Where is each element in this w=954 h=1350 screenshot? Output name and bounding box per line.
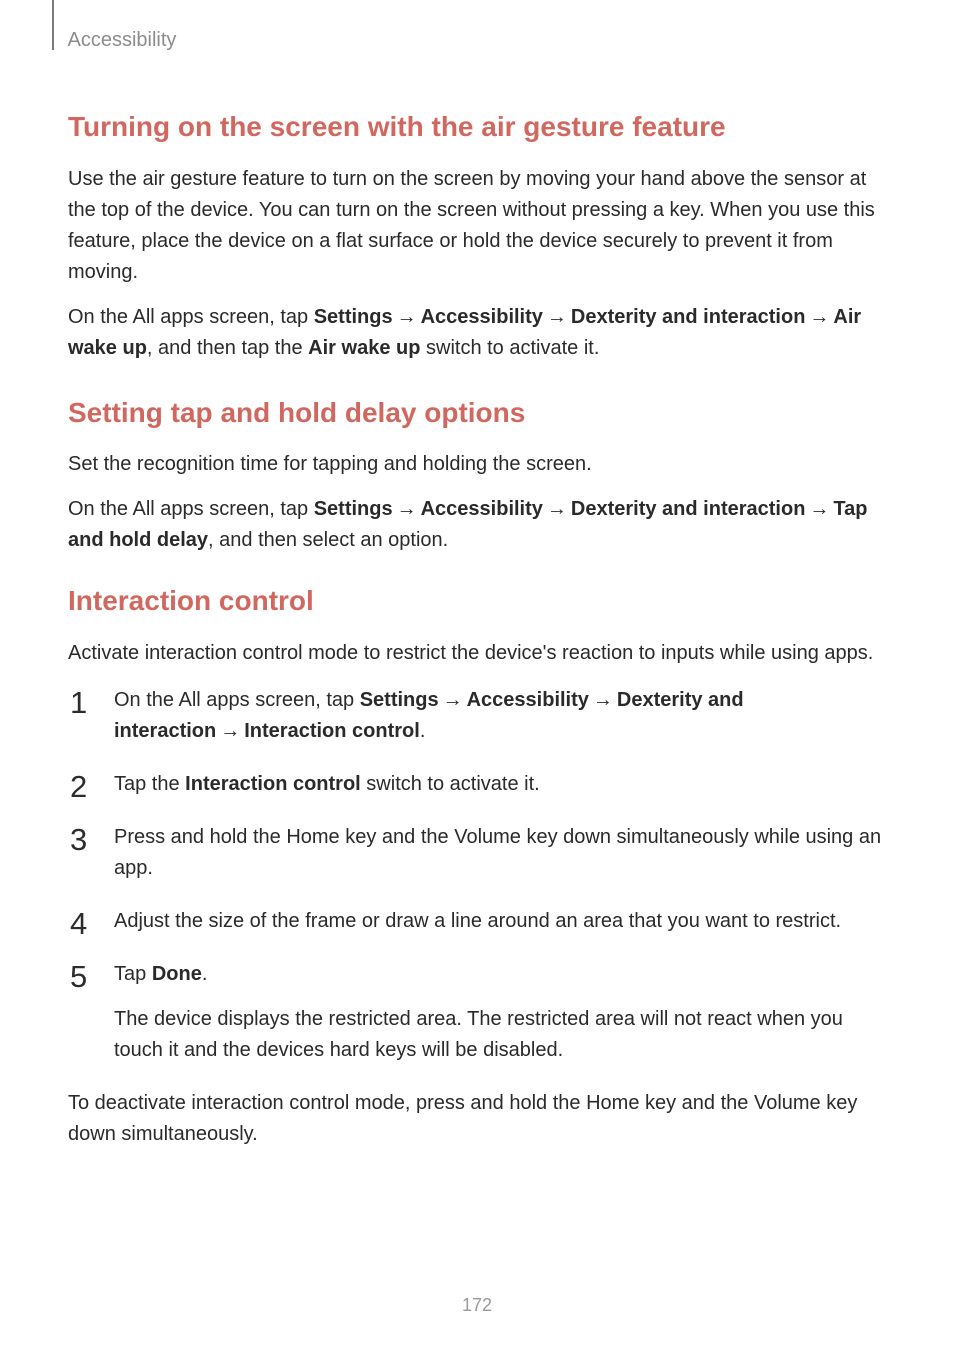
page-number: 172 [0,1295,954,1316]
arrow-icon: → [805,498,833,520]
arrow-icon: → [393,306,421,328]
arrow-icon: → [543,306,571,328]
done-label: Done [152,963,202,985]
accessibility-label: Accessibility [467,689,589,711]
section2-para2: On the All apps screen, tap Settings→Acc… [68,494,890,556]
step-1-body: On the All apps screen, tap Settings→Acc… [114,685,890,747]
section3-para1: Activate interaction control mode to res… [68,638,890,669]
accessibility-label: Accessibility [421,498,543,520]
page-header: Accessibility [52,0,176,68]
step-2: Tap the Interaction control switch to ac… [68,769,890,800]
text: Tap the [114,773,185,795]
text: On the All apps screen, tap [68,306,314,328]
text: On the All apps screen, tap [68,498,314,520]
air-wake-up-switch-label: Air wake up [308,337,420,359]
section3-closing: To deactivate interaction control mode, … [68,1088,890,1150]
step-3-body: Press and hold the Home key and the Volu… [114,822,890,884]
step-1: On the All apps screen, tap Settings→Acc… [68,685,890,747]
section1-para2: On the All apps screen, tap Settings→Acc… [68,302,890,364]
arrow-icon: → [393,498,421,520]
accessibility-label: Accessibility [421,306,543,328]
section2-title: Setting tap and hold delay options [68,396,890,430]
interaction-control-label: Interaction control [244,720,420,742]
content: Turning on the screen with the air gestu… [68,110,890,1164]
arrow-icon: → [589,689,617,711]
settings-label: Settings [314,498,393,520]
text: On the All apps screen, tap [114,689,360,711]
arrow-icon: → [216,720,244,742]
section1-title: Turning on the screen with the air gestu… [68,110,890,144]
step-4: Adjust the size of the frame or draw a l… [68,906,890,937]
arrow-icon: → [543,498,571,520]
step-5-follow: The device displays the restricted area.… [114,1004,890,1066]
text: switch to activate it. [361,773,540,795]
step-5-body: Tap Done. [114,959,890,990]
header-rule [52,0,54,50]
interaction-control-switch-label: Interaction control [185,773,361,795]
step-2-body: Tap the Interaction control switch to ac… [114,769,890,800]
breadcrumb: Accessibility [68,29,177,52]
section3-title: Interaction control [68,584,890,618]
dexterity-label: Dexterity and interaction [571,306,806,328]
page: Accessibility Turning on the screen with… [0,0,954,1350]
step-5: Tap Done. The device displays the restri… [68,959,890,1066]
text: Tap [114,963,152,985]
section1-para1: Use the air gesture feature to turn on t… [68,164,890,288]
text: , and then tap the [147,337,308,359]
arrow-icon: → [805,306,833,328]
step-3: Press and hold the Home key and the Volu… [68,822,890,884]
text: switch to activate it. [420,337,599,359]
section2-para1: Set the recognition time for tapping and… [68,449,890,480]
text: , and then select an option. [208,529,448,551]
steps-list: On the All apps screen, tap Settings→Acc… [68,685,890,1066]
arrow-icon: → [439,689,467,711]
text: . [202,963,208,985]
settings-label: Settings [314,306,393,328]
text: . [420,720,426,742]
settings-label: Settings [360,689,439,711]
step-4-body: Adjust the size of the frame or draw a l… [114,906,890,937]
dexterity-label: Dexterity and interaction [571,498,806,520]
